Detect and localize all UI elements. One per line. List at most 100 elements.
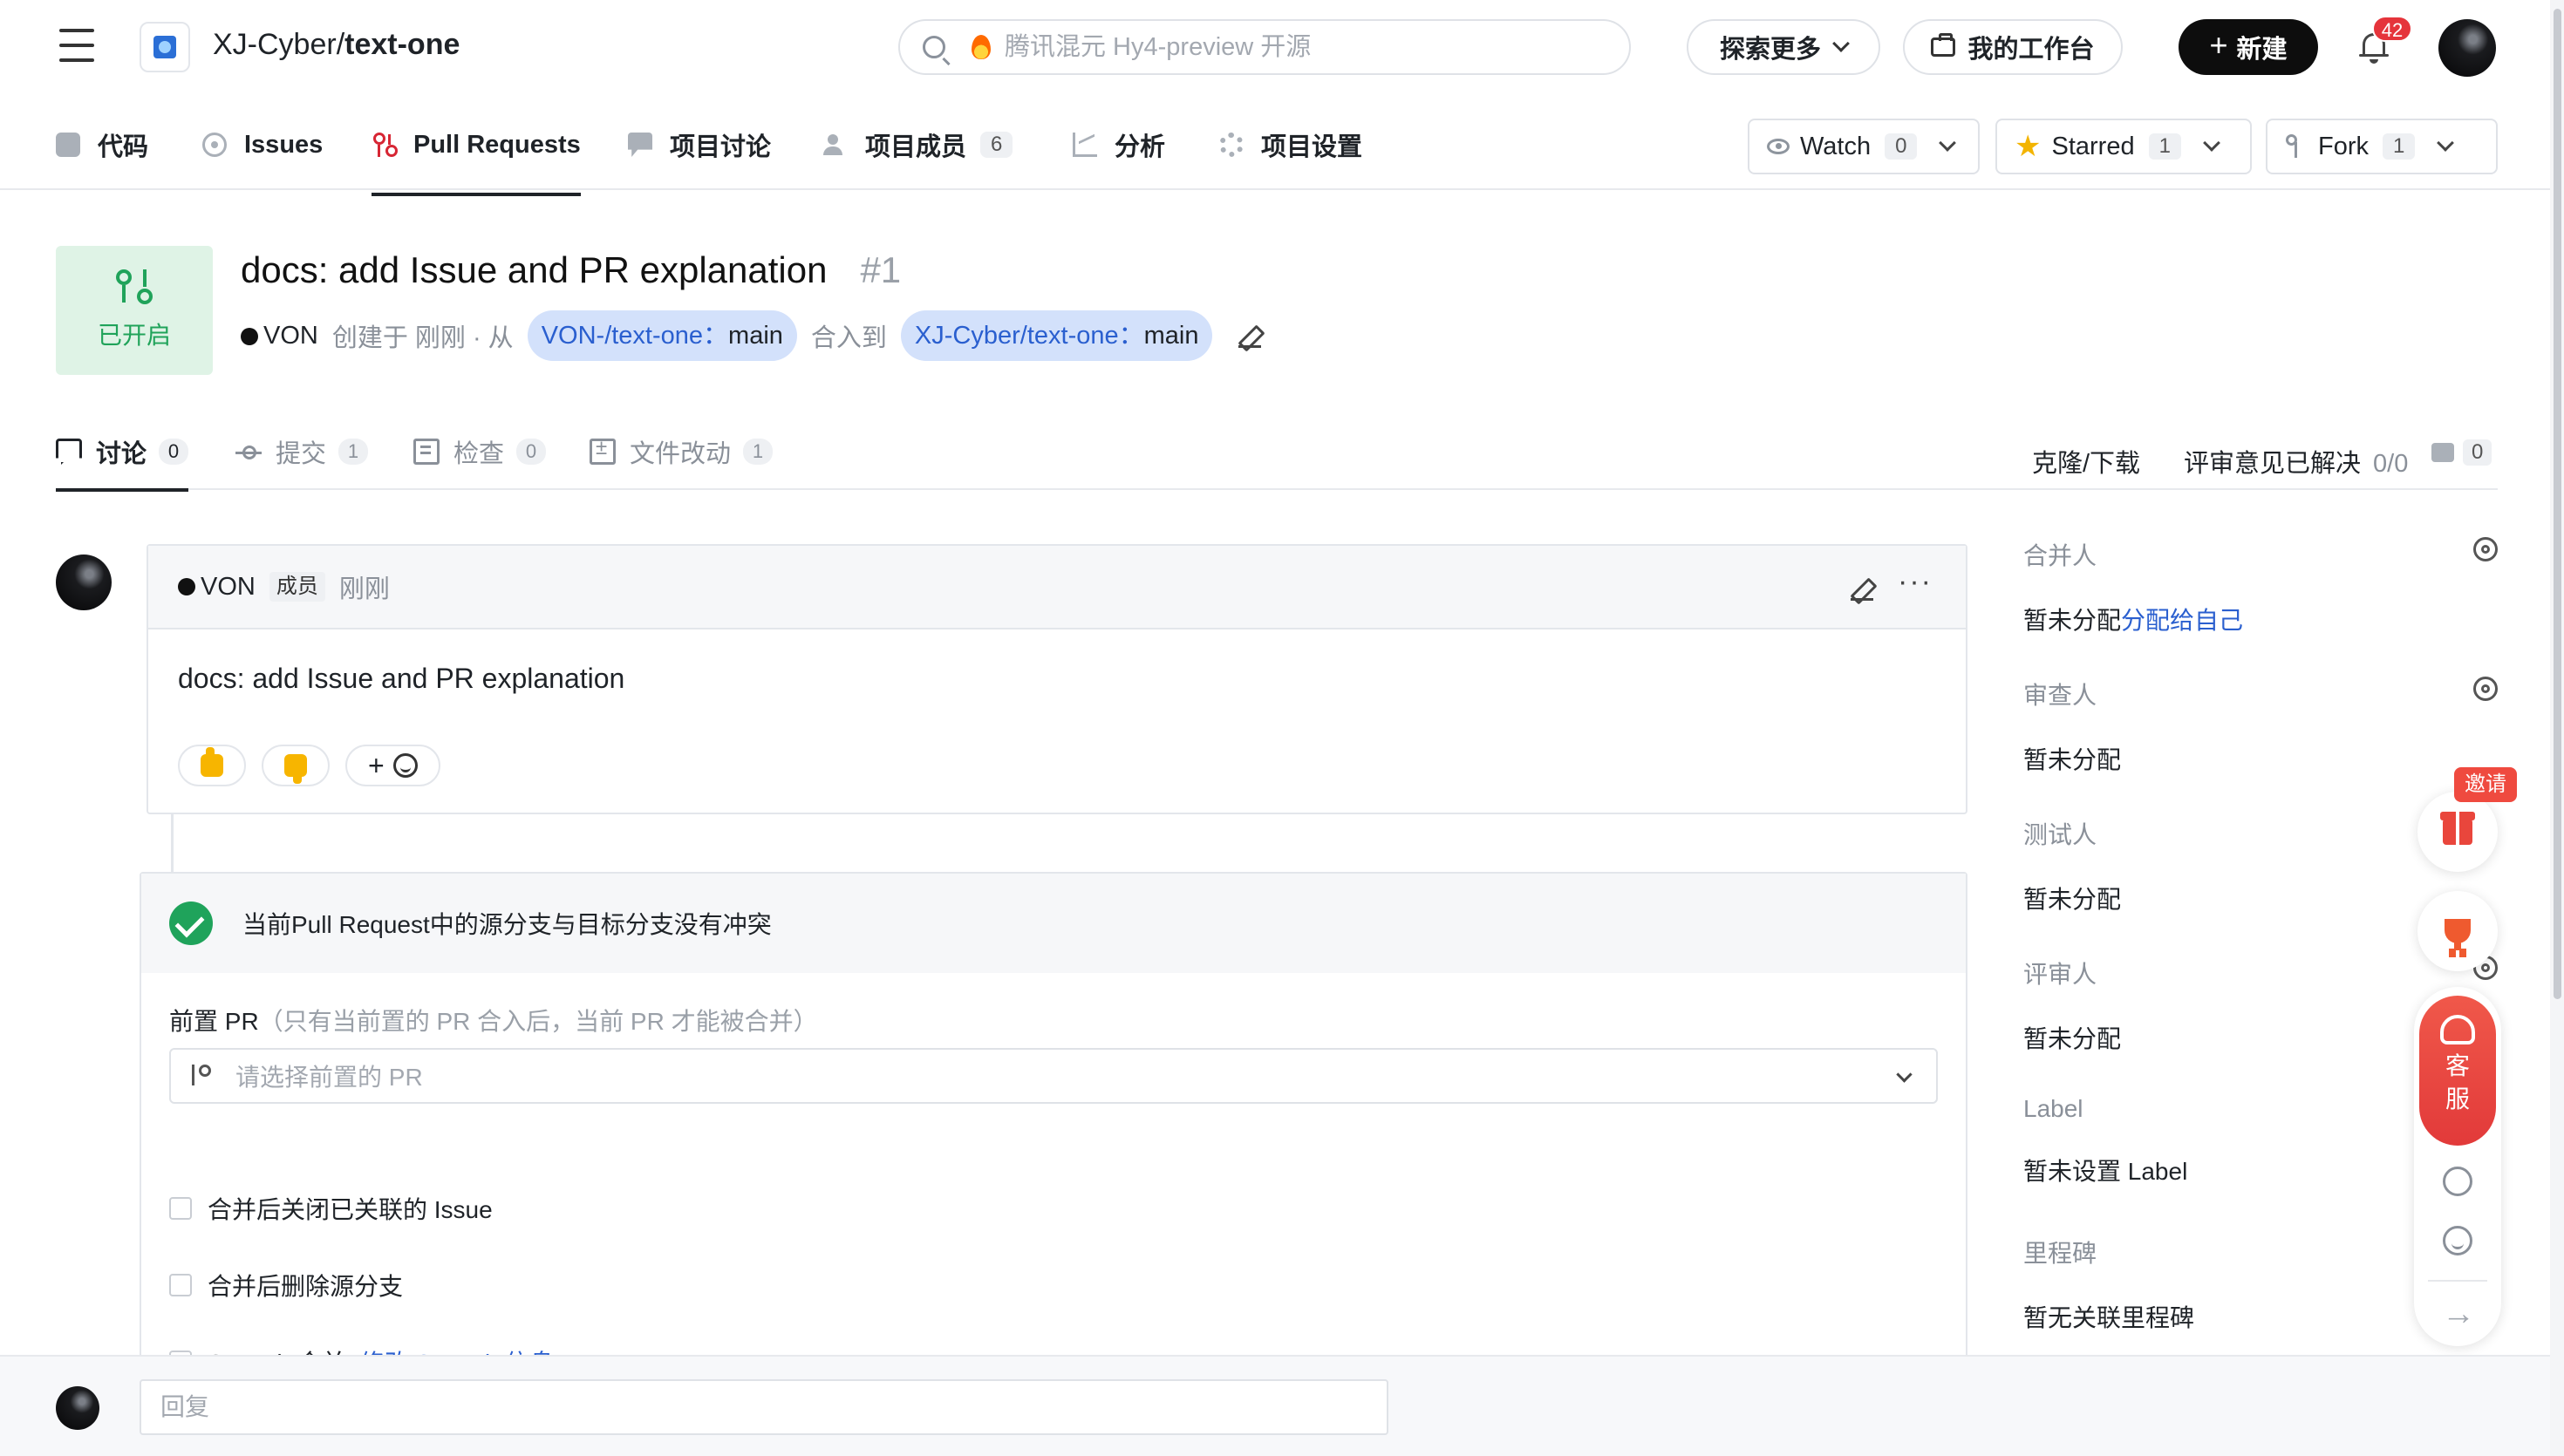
chevron-down-icon — [2437, 134, 2455, 152]
sidebar-mergers-value: 暂未分配分配给自己 — [2023, 602, 2494, 636]
chevron-down-icon — [2203, 134, 2220, 152]
fork-label: Fork — [2318, 132, 2369, 160]
pr-title-text: docs: add Issue and PR explanation — [241, 249, 828, 290]
fire-icon — [972, 35, 991, 59]
settings-gear-icon[interactable] — [2473, 677, 2498, 701]
nav-settings[interactable]: 项目设置 — [1219, 127, 1362, 162]
nav-analytics[interactable]: 分析 — [1073, 127, 1165, 162]
pre-pr-hint: （只有当前置的 PR 合入后，当前 PR 才能被合并） — [258, 1008, 818, 1035]
notification-badge: 42 — [2372, 16, 2412, 42]
customer-service-button[interactable]: 客 服 — [2419, 996, 2496, 1146]
source-branch-pill[interactable]: VON-/text-one：main — [527, 310, 797, 361]
add-reaction-button[interactable]: + — [345, 745, 440, 786]
tab-discussion-count: 0 — [159, 439, 189, 465]
nav-issues[interactable]: Issues — [202, 127, 323, 162]
eye-icon — [1767, 139, 1790, 154]
repo-path[interactable]: XJ-Cyber/text-one — [213, 28, 460, 62]
source-branch-name: main — [728, 322, 783, 350]
timeline-connector — [171, 814, 174, 875]
face-icon[interactable] — [2443, 1226, 2472, 1255]
tab-checks-label: 检查 — [453, 440, 505, 468]
repo-name[interactable]: text-one — [344, 28, 460, 61]
invite-tag[interactable]: 邀请 — [2454, 767, 2517, 802]
trophy-button[interactable] — [2417, 891, 2498, 971]
nav-discussions-label: 项目讨论 — [670, 133, 772, 161]
delete-branch-label: 合并后删除源分支 — [208, 1273, 404, 1300]
search-input[interactable] — [1005, 32, 1563, 62]
chevron-down-icon — [1939, 134, 1957, 152]
members-icon — [823, 133, 848, 157]
arrow-right-icon[interactable]: → — [2442, 1297, 2475, 1330]
comment-author-avatar[interactable] — [56, 555, 112, 610]
reply-input[interactable] — [140, 1379, 1388, 1435]
target-branch-pill[interactable]: XJ-Cyber/text-one：main — [900, 310, 1213, 361]
support-label-1: 客 — [2445, 1052, 2470, 1079]
support-label-2: 服 — [2445, 1085, 2470, 1112]
more-options-icon[interactable]: ··· — [1898, 565, 1933, 599]
spiral-icon[interactable] — [2443, 1167, 2472, 1196]
reactions: + — [178, 745, 440, 786]
workbench-button[interactable]: 我的工作台 — [1903, 19, 2123, 75]
clone-download-button[interactable]: 克隆/下载 — [2032, 443, 2140, 480]
repo-logo[interactable] — [140, 22, 190, 72]
invite-button[interactable] — [2417, 792, 2498, 872]
author-dot — [178, 578, 195, 595]
target-branch-name: main — [1143, 322, 1199, 350]
search-bar[interactable] — [898, 19, 1631, 75]
plus-icon: + — [2209, 27, 2228, 63]
gear-icon — [1219, 133, 1244, 157]
tab-commits-label: 提交 — [276, 440, 327, 468]
explore-more-button[interactable]: 探索更多 — [1687, 19, 1880, 75]
review-resolved: 评审意见已解决 0/0 — [2184, 443, 2408, 480]
nav-discussions[interactable]: 项目讨论 — [628, 127, 771, 162]
scrollbar-thumb[interactable] — [2554, 9, 2561, 999]
nav-pull-requests[interactable]: Pull Requests — [372, 127, 581, 196]
star-button[interactable]: ★ Starred 1 — [1995, 119, 2252, 174]
new-button[interactable]: + 新建 — [2179, 19, 2318, 75]
sidebar-mergers: 合并人 暂未分配分配给自己 — [2023, 537, 2498, 636]
thumbs-up-reaction[interactable] — [178, 745, 246, 786]
fork-button[interactable]: Fork 1 — [2266, 119, 2498, 174]
page-scrollbar[interactable] — [2550, 0, 2564, 1456]
reply-avatar[interactable] — [56, 1386, 99, 1430]
comment-author[interactable]: VON — [201, 573, 256, 602]
assign-self-link[interactable]: 分配给自己 — [2121, 607, 2243, 634]
pre-pr-select[interactable]: 请选择前置的 PR — [169, 1048, 1938, 1104]
review-resolved-label: 评审意见已解决 — [2184, 450, 2362, 478]
comment-header: VON 成员 刚刚 ··· — [148, 546, 1966, 629]
thumbs-up-icon — [201, 747, 223, 777]
menu-icon[interactable] — [59, 29, 94, 62]
user-avatar[interactable] — [2438, 19, 2496, 77]
tab-files-changed[interactable]: 文件改动 1 — [590, 434, 774, 469]
comment-count: 0 — [2431, 439, 2492, 466]
tab-checks[interactable]: 检查 0 — [413, 434, 547, 469]
pr-tabs: 讨论 0 提交 1 检查 0 文件改动 1 克隆/下载 评审意见已解决 0/0 0 — [56, 427, 2498, 492]
pr-comment: VON 成员 刚刚 ··· docs: add Issue and PR exp… — [147, 544, 1967, 814]
checkbox[interactable] — [169, 1197, 192, 1220]
nav-members[interactable]: 项目成员 6 — [823, 127, 1013, 162]
delete-branch-checkbox[interactable]: 合并后删除源分支 — [169, 1268, 403, 1303]
explore-more-label: 探索更多 — [1719, 36, 1821, 64]
pr-author[interactable]: VON — [241, 322, 318, 350]
briefcase-icon — [1931, 33, 1956, 57]
nav-members-label: 项目成员 — [865, 133, 967, 161]
review-resolved-value: 0/0 — [2373, 450, 2409, 478]
close-issue-checkbox[interactable]: 合并后关闭已关联的 Issue — [169, 1191, 493, 1226]
thumbs-down-reaction[interactable] — [262, 745, 330, 786]
tab-commits[interactable]: 提交 1 — [235, 434, 369, 469]
repo-owner[interactable]: XJ-Cyber/ — [213, 28, 344, 61]
fork-count: 1 — [2383, 133, 2416, 160]
edit-comment-icon[interactable] — [1851, 575, 1877, 602]
comment-body: docs: add Issue and PR explanation — [178, 663, 625, 694]
merge-panel: 当前Pull Request中的源分支与目标分支没有冲突 前置 PR（只有当前置… — [140, 872, 1967, 1377]
chart-icon — [1073, 133, 1097, 157]
top-header: XJ-Cyber/text-one 探索更多 我的工作台 + 新建 42 — [0, 0, 2564, 96]
nav-code[interactable]: 代码 — [56, 127, 148, 162]
tab-discussion[interactable]: 讨论 0 — [56, 434, 189, 492]
workbench-label: 我的工作台 — [1967, 36, 2095, 64]
settings-gear-icon[interactable] — [2473, 537, 2498, 561]
checkbox[interactable] — [169, 1274, 192, 1296]
watch-button[interactable]: Watch 0 — [1748, 119, 1980, 174]
edit-branch-icon[interactable] — [1238, 323, 1265, 349]
checklist-icon — [413, 439, 440, 465]
